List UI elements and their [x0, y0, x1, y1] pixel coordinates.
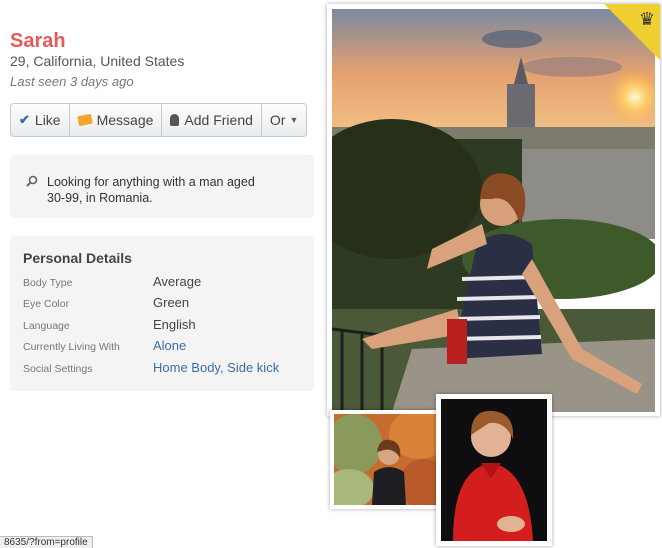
more-actions-dropdown[interactable]: Or ▼: [262, 104, 306, 136]
detail-value: English: [153, 317, 196, 332]
looking-for-panel: Looking for anything with a man aged 30-…: [10, 155, 314, 218]
thumbnail-image: [334, 414, 439, 505]
detail-row: Currently Living With Alone: [23, 338, 308, 358]
message-icon: [76, 113, 93, 127]
detail-label: Social Settings: [23, 363, 93, 375]
like-label: Like: [34, 112, 61, 128]
detail-label: Language: [23, 320, 70, 332]
action-buttons: ✔ Like Message Add Friend Or ▼: [10, 103, 308, 137]
photo-thumbnail[interactable]: [330, 410, 443, 509]
living-with-link[interactable]: Alone: [153, 338, 186, 353]
profile-name: Sarah: [10, 30, 66, 52]
add-friend-button[interactable]: Add Friend: [162, 104, 262, 136]
detail-label: Currently Living With: [23, 341, 120, 353]
search-icon: [26, 175, 38, 190]
message-label: Message: [96, 112, 154, 128]
detail-value: Alone: [153, 338, 186, 353]
last-seen: Last seen 3 days ago: [10, 74, 134, 89]
detail-value: Average: [153, 274, 202, 289]
caret-down-icon: ▼: [289, 115, 299, 125]
detail-value: Home Body, Side kick: [153, 360, 279, 375]
add-friend-label: Add Friend: [184, 112, 253, 128]
personal-details-title: Personal Details: [23, 250, 132, 266]
main-photo-image: [332, 9, 655, 412]
detail-value: Green: [153, 295, 190, 310]
personal-details-panel: Personal Details Body Type Average Eye C…: [10, 236, 314, 391]
detail-label: Body Type: [23, 277, 73, 289]
more-label: Or: [269, 112, 286, 128]
looking-for-text: Looking for anything with a man aged 30-…: [47, 175, 255, 205]
detail-row: Language English: [23, 317, 308, 337]
detail-label: Eye Color: [23, 298, 70, 310]
photo-thumbnail[interactable]: [436, 394, 552, 546]
crown-icon: ♛: [638, 9, 655, 29]
message-button[interactable]: Message: [70, 104, 163, 136]
thumbnail-image: [441, 399, 547, 541]
main-profile-photo[interactable]: ♛: [327, 4, 660, 416]
profile-location: 29, California, United States: [10, 53, 185, 69]
detail-row: Social Settings Home Body, Side kick: [23, 360, 308, 380]
add-friend-icon: [170, 114, 180, 126]
detail-row: Body Type Average: [23, 274, 308, 294]
detail-row: Eye Color Green: [23, 295, 308, 315]
browser-status-bar: 8635/?from=profile: [0, 536, 93, 548]
social-settings-link[interactable]: Home Body, Side kick: [153, 360, 279, 375]
check-icon: ✔: [19, 112, 30, 127]
like-button[interactable]: ✔ Like: [11, 104, 70, 136]
